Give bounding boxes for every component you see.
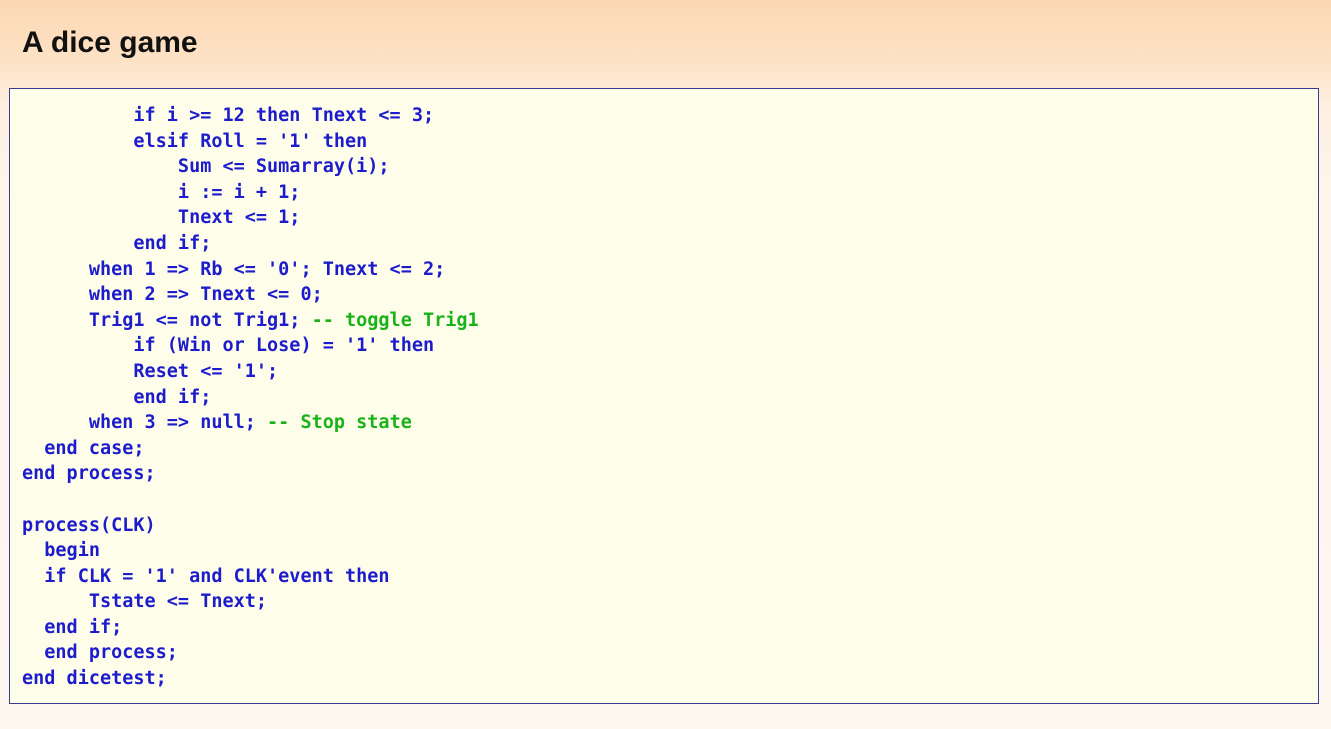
- code-line: Sum <= Sumarray(i);: [22, 154, 479, 180]
- code-comment: -- Stop state: [267, 412, 412, 433]
- code-line: Trig1 <= not Trig1; -- toggle Trig1: [22, 308, 479, 334]
- code-text: process(CLK): [22, 515, 156, 536]
- code-line: end process;: [22, 461, 479, 487]
- code-text: Sum <= Sumarray(i);: [22, 156, 390, 177]
- code-line: if (Win or Lose) = '1' then: [22, 333, 479, 359]
- code-text: end process;: [22, 642, 178, 663]
- code-line: if i >= 12 then Tnext <= 3;: [22, 103, 479, 129]
- code-line: process(CLK): [22, 513, 479, 539]
- code-line: Tnext <= 1;: [22, 205, 479, 231]
- code-line: when 1 => Rb <= '0'; Tnext <= 2;: [22, 257, 479, 283]
- code-line: begin: [22, 538, 479, 564]
- code-line: when 3 => null; -- Stop state: [22, 410, 479, 436]
- slide-title: A dice game: [22, 26, 198, 60]
- code-text: if i >= 12 then Tnext <= 3;: [22, 105, 434, 126]
- code-text: if (Win or Lose) = '1' then: [22, 335, 434, 356]
- code-text: begin: [22, 540, 100, 561]
- code-line: if CLK = '1' and CLK'event then: [22, 564, 479, 590]
- code-line: [22, 487, 479, 513]
- code-block: if i >= 12 then Tnext <= 3; elsif Roll =…: [9, 88, 1319, 704]
- code-line: when 2 => Tnext <= 0;: [22, 282, 479, 308]
- code-line: end if;: [22, 385, 479, 411]
- code-text: end if;: [22, 387, 211, 408]
- code-text: elsif Roll = '1' then: [22, 131, 367, 152]
- code-text: end if;: [22, 617, 122, 638]
- code-listing: if i >= 12 then Tnext <= 3; elsif Roll =…: [22, 103, 479, 692]
- code-text: i := i + 1;: [22, 182, 300, 203]
- code-text: Reset <= '1';: [22, 361, 278, 382]
- code-text: Trig1 <= not Trig1;: [22, 310, 312, 331]
- code-line: end process;: [22, 640, 479, 666]
- code-line: end dicetest;: [22, 666, 479, 692]
- code-line: end if;: [22, 231, 479, 257]
- code-text: Tnext <= 1;: [22, 207, 300, 228]
- code-line: Tstate <= Tnext;: [22, 589, 479, 615]
- code-line: end if;: [22, 615, 479, 641]
- code-line: i := i + 1;: [22, 180, 479, 206]
- code-text: end process;: [22, 463, 156, 484]
- code-line: Reset <= '1';: [22, 359, 479, 385]
- code-line: end case;: [22, 436, 479, 462]
- code-line: elsif Roll = '1' then: [22, 129, 479, 155]
- code-text: end dicetest;: [22, 668, 167, 689]
- code-text: when 2 => Tnext <= 0;: [22, 284, 323, 305]
- code-text: when 1 => Rb <= '0'; Tnext <= 2;: [22, 259, 445, 280]
- code-text: Tstate <= Tnext;: [22, 591, 267, 612]
- code-text: end case;: [22, 438, 145, 459]
- code-comment: -- toggle Trig1: [312, 310, 479, 331]
- code-text: if CLK = '1' and CLK'event then: [22, 566, 390, 587]
- code-text: end if;: [22, 233, 211, 254]
- code-text: when 3 => null;: [22, 412, 267, 433]
